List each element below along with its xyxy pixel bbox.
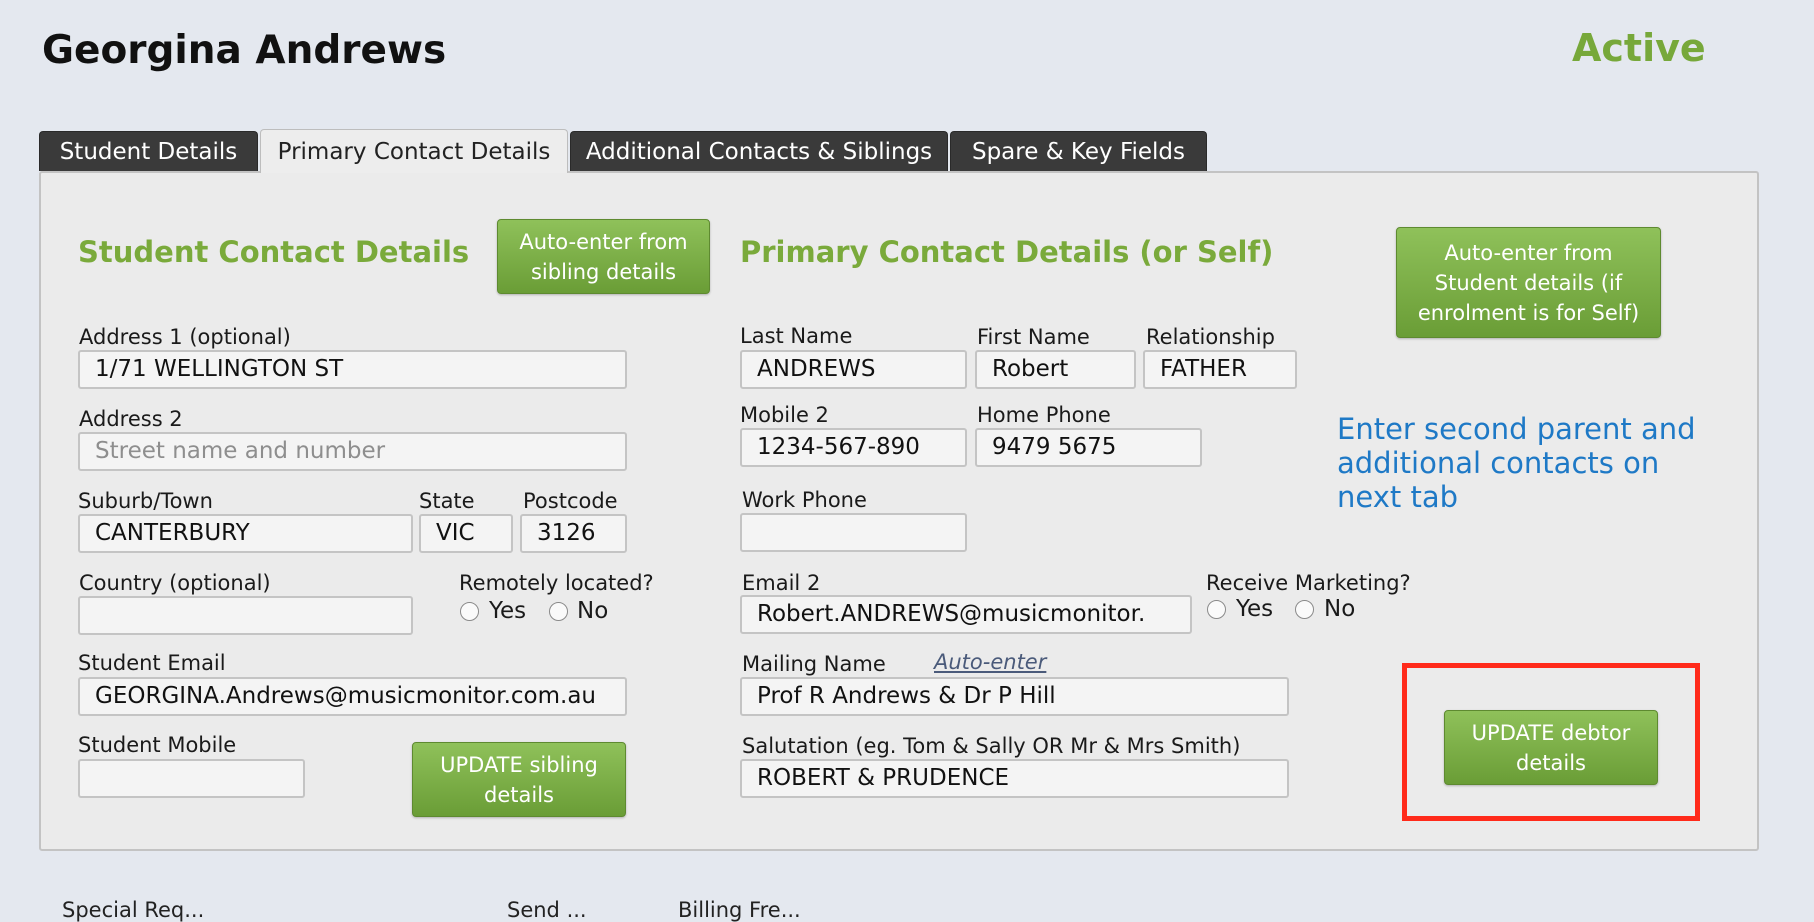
address1-label: Address 1 (optional) [79,325,291,349]
address2-label: Address 2 [79,407,183,431]
mobile2-input[interactable]: 1234-567-890 [740,428,967,467]
remote-no-radio[interactable] [549,602,568,621]
remote-label: Remotely located? [459,571,654,595]
country-label: Country (optional) [79,571,271,595]
remote-no-label: No [577,598,609,624]
footer-send: Send ... [507,898,587,922]
student-mobile-input[interactable] [78,759,305,798]
tab-additional-contacts[interactable]: Additional Contacts & Siblings [570,131,948,171]
email2-input[interactable]: Robert.ANDREWS@musicmonitor. [740,595,1192,634]
auto-enter-sibling-button[interactable]: Auto-enter from sibling details [497,219,710,294]
salutation-input[interactable]: ROBERT & PRUDENCE [740,759,1289,798]
marketing-yes-label: Yes [1236,596,1274,622]
relationship-label: Relationship [1146,325,1275,349]
student-contact-title: Student Contact Details [78,235,470,269]
mailing-name-label: Mailing Name [742,652,886,676]
student-email-input[interactable]: GEORGINA.Andrews@musicmonitor.com.au [78,677,627,716]
work-phone-input[interactable] [740,513,967,552]
home-phone-input[interactable]: 9479 5675 [975,428,1202,467]
status-badge: Active [1572,26,1706,70]
marketing-yes-radio[interactable] [1207,600,1226,619]
work-phone-label: Work Phone [742,488,867,512]
footer-special-req: Special Req... [62,898,205,922]
salutation-label: Salutation (eg. Tom & Sally OR Mr & Mrs … [742,734,1241,758]
address2-input[interactable]: Street name and number [78,432,627,471]
student-mobile-label: Student Mobile [78,733,237,757]
country-input[interactable] [78,596,413,635]
suburb-label: Suburb/Town [78,489,213,513]
email2-label: Email 2 [742,571,821,595]
marketing-no-label: No [1324,596,1356,622]
postcode-input[interactable]: 3126 [520,514,627,553]
remote-yes-label: Yes [489,598,527,624]
footer-billing-freq: Billing Fre... [678,898,801,922]
auto-enter-link[interactable]: Auto-enter [934,650,1046,674]
relationship-input[interactable]: FATHER [1143,350,1297,389]
first-name-input[interactable]: Robert [975,350,1136,389]
address1-input[interactable]: 1/71 WELLINGTON ST [78,350,627,389]
postcode-label: Postcode [523,489,618,513]
tab-primary-contact-details[interactable]: Primary Contact Details [260,129,568,173]
mailing-name-input[interactable]: Prof R Andrews & Dr P Hill [740,677,1289,716]
primary-contact-title: Primary Contact Details (or Self) [740,235,1274,269]
student-name: Georgina Andrews [42,28,447,73]
student-email-label: Student Email [78,651,226,675]
state-input[interactable]: VIC [419,514,513,553]
tab-student-details[interactable]: Student Details [39,131,258,171]
update-debtor-button[interactable]: UPDATE debtor details [1444,710,1658,785]
mobile2-label: Mobile 2 [740,403,829,427]
last-name-label: Last Name [740,324,853,348]
remote-yes-radio[interactable] [460,602,479,621]
next-tab-info: Enter second parent and additional conta… [1337,412,1696,514]
tab-spare-key-fields[interactable]: Spare & Key Fields [950,131,1207,171]
marketing-no-radio[interactable] [1295,600,1314,619]
update-sibling-button[interactable]: UPDATE sibling details [412,742,626,817]
suburb-input[interactable]: CANTERBURY [78,514,413,553]
last-name-input[interactable]: ANDREWS [740,350,967,389]
auto-enter-student-button[interactable]: Auto-enter from Student details (if enro… [1396,227,1661,338]
first-name-label: First Name [977,325,1090,349]
state-label: State [419,489,475,513]
home-phone-label: Home Phone [977,403,1111,427]
marketing-label: Receive Marketing? [1206,571,1411,595]
